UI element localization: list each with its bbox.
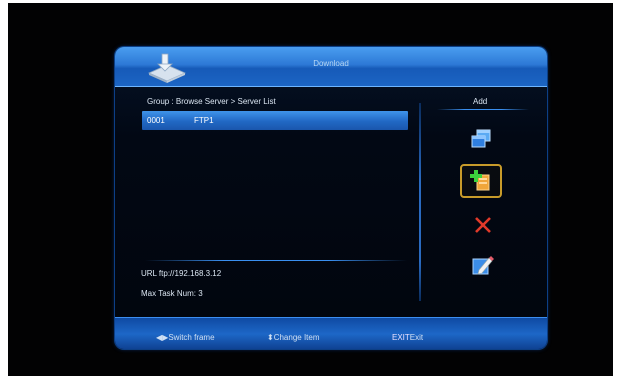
delete-x-icon[interactable] <box>471 213 495 237</box>
exit-label: Exit <box>409 333 424 342</box>
tv-screen: Download Group : Browse Server > Server … <box>8 3 613 376</box>
switch-frame-label: Switch frame <box>168 333 215 342</box>
download-dialog: Download Group : Browse Server > Server … <box>115 47 547 349</box>
title-bar: Download <box>115 47 547 87</box>
footer-exit: EXITExit <box>392 333 423 342</box>
footer-bar: ◀▶Switch frame ⬍Change Item EXITExit <box>115 317 547 349</box>
sidebar-title-underline <box>437 109 529 110</box>
exit-key-label: EXIT <box>392 333 410 342</box>
server-url: URL ftp://192.168.3.12 <box>141 269 222 278</box>
breadcrumb: Group : Browse Server > Server List <box>147 97 276 106</box>
sidebar-title: Add <box>473 97 488 106</box>
server-number: 0001 <box>147 116 165 125</box>
windows-icon[interactable] <box>469 127 493 151</box>
left-right-arrows-icon: ◀▶ <box>156 333 169 342</box>
footer-change-item: ⬍Change Item <box>267 333 320 342</box>
max-task-num: Max Task Num: 3 <box>141 289 203 298</box>
footer-switch-frame: ◀▶Switch frame <box>156 333 215 342</box>
server-list[interactable]: 0001 FTP1 <box>142 111 408 259</box>
change-item-label: Change Item <box>273 333 320 342</box>
add-folder-icon[interactable] <box>469 168 493 192</box>
up-down-arrows-icon: ⬍ <box>267 333 274 342</box>
server-name: FTP1 <box>194 116 214 125</box>
dialog-title: Download <box>313 59 349 68</box>
edit-pencil-icon[interactable] <box>470 253 494 277</box>
vertical-divider <box>419 103 421 301</box>
server-list-row-selected[interactable]: 0001 FTP1 <box>142 111 408 130</box>
list-divider <box>145 260 407 261</box>
